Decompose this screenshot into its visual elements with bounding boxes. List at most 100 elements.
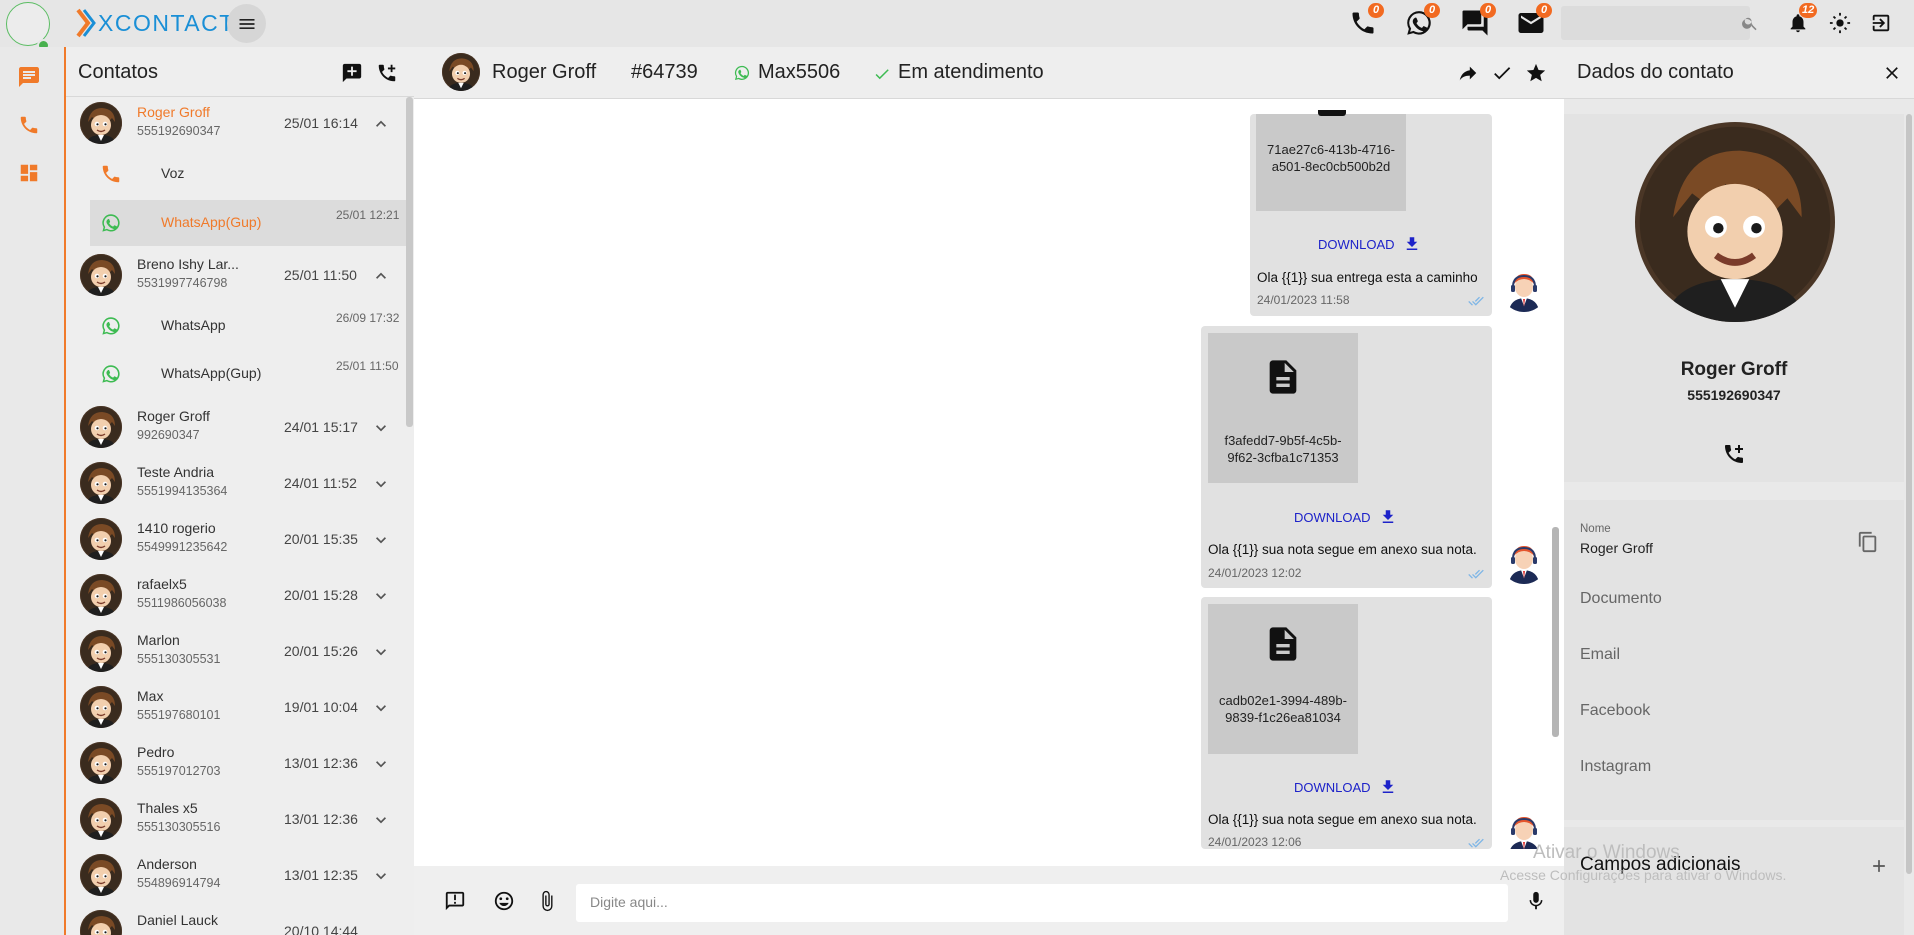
file-name: f3afedd7-9b5f-4c5b-9f62-3cfba1c71353 (1224, 433, 1342, 465)
message-bubble: cadb02e1-3994-489b-9839-f1c26ea81034 DOW… (1201, 597, 1492, 849)
notifications-button[interactable]: 12 (1781, 3, 1818, 40)
sun-icon (1829, 12, 1851, 34)
copy-icon[interactable] (1857, 531, 1879, 553)
chevron-down-icon[interactable] (371, 474, 391, 494)
nav-chat[interactable] (0, 53, 57, 101)
finish-check-icon[interactable] (1491, 62, 1513, 84)
contact-item[interactable]: Teste Andria 5551994135364 24/01 11:52 (66, 458, 406, 508)
star-icon[interactable] (1525, 62, 1547, 84)
contact-item[interactable]: Anderson 554896914794 13/01 12:35 (66, 850, 406, 900)
contact-name: Roger Groff (137, 104, 210, 120)
contact-item[interactable]: Roger Groff 555192690347 25/01 16:14 (66, 98, 406, 148)
double-check-icon (1468, 293, 1484, 309)
hamburger-icon (239, 18, 254, 29)
whatsapp-queue-button[interactable]: 0 (1402, 3, 1440, 40)
contact-avatar (80, 462, 122, 504)
contact-avatar (80, 798, 122, 840)
contact-item[interactable]: Breno Ishy Lar... 5531997746798 25/01 11… (66, 250, 406, 300)
channel-label: WhatsApp(Gup) (161, 365, 262, 381)
field-facebook[interactable]: Facebook (1580, 702, 1650, 720)
chevron-up-icon[interactable] (371, 114, 391, 134)
menu-button[interactable] (227, 4, 266, 43)
chevron-down-icon[interactable] (371, 586, 391, 606)
contact-phone: 555192690347 (137, 124, 221, 138)
contact-item[interactable]: 1410 rogerio 5549991235642 20/01 15:35 (66, 514, 406, 564)
contact-phone: 554896914794 (137, 876, 221, 890)
chevron-down-icon[interactable] (371, 866, 391, 886)
search-icon (1742, 17, 1757, 31)
logout-button[interactable] (1864, 6, 1898, 40)
file-attachment[interactable]: 71ae27c6-413b-4716-a501-8ec0cb500b2d (1256, 110, 1406, 211)
download-link[interactable]: DOWNLOAD (1318, 235, 1421, 253)
contact-phone: 5549991235642 (137, 540, 228, 554)
contact-item[interactable]: rafaelx5 5511986056038 20/01 15:28 (66, 570, 406, 620)
message-composer: Digite aqui... (414, 866, 1564, 935)
channel-item-voz[interactable]: Voz (90, 151, 406, 197)
contact-time: 20/01 15:28 (284, 587, 358, 603)
field-instagram[interactable]: Instagram (1580, 758, 1651, 776)
contact-name: Breno Ishy Lar... (137, 256, 239, 272)
theme-toggle-button[interactable] (1823, 6, 1857, 40)
add-call-icon[interactable] (1722, 442, 1746, 466)
details-title: Dados do contato (1577, 61, 1734, 83)
contact-name: Max (137, 688, 164, 704)
contact-phone: 992690347 (137, 428, 200, 442)
download-label: DOWNLOAD (1294, 509, 1371, 525)
message-bubble: f3afedd7-9b5f-4c5b-9f62-3cfba1c71353 DOW… (1201, 326, 1492, 588)
email-badge: 0 (1536, 3, 1552, 18)
contact-item[interactable]: Daniel Lauck 20/10 14:44 (66, 906, 406, 935)
chevron-down-icon[interactable] (371, 418, 391, 438)
chevron-down-icon[interactable] (371, 754, 391, 774)
contact-time: 24/01 15:17 (284, 419, 358, 435)
nav-calls[interactable] (0, 101, 57, 149)
contacts-header: Contatos (66, 47, 414, 97)
download-link[interactable]: DOWNLOAD (1294, 508, 1397, 526)
nome-value[interactable]: Roger Groff (1580, 540, 1653, 556)
close-icon[interactable] (1882, 63, 1902, 83)
new-chat-icon[interactable] (341, 62, 363, 84)
chat-scrollbar[interactable] (1552, 527, 1559, 737)
contact-item[interactable]: Max 555197680101 19/01 10:04 (66, 682, 406, 732)
chevron-down-icon[interactable] (371, 698, 391, 718)
contact-item[interactable]: Roger Groff 992690347 24/01 15:17 (66, 402, 406, 452)
channel-item-whatsapp-gup[interactable]: WhatsApp(Gup) 25/01 11:50 (90, 351, 406, 397)
quick-reply-icon[interactable] (444, 890, 466, 912)
message-text: Ola {{1}} sua nota segue em anexo sua no… (1208, 542, 1477, 557)
chevron-down-icon[interactable] (371, 810, 391, 830)
chat-bottom-fade (414, 849, 1564, 866)
field-documento[interactable]: Documento (1580, 590, 1662, 608)
emoji-icon[interactable] (493, 890, 515, 912)
chevron-down-icon[interactable] (371, 642, 391, 662)
file-icon (1263, 624, 1303, 664)
chevron-down-icon[interactable] (371, 530, 391, 550)
contact-item[interactable]: Thales x5 555130305516 13/01 12:36 (66, 794, 406, 844)
email-queue-button[interactable]: 0 (1514, 3, 1552, 40)
chat-queue-button[interactable]: 0 (1458, 3, 1496, 40)
message-input[interactable]: Digite aqui... (576, 884, 1508, 922)
details-scrollbar[interactable] (1906, 114, 1912, 874)
file-attachment[interactable]: f3afedd7-9b5f-4c5b-9f62-3cfba1c71353 (1208, 333, 1358, 483)
phone-icon (100, 163, 122, 185)
chevron-up-icon[interactable] (371, 266, 391, 286)
contact-name: Teste Andria (137, 464, 215, 480)
file-attachment[interactable]: cadb02e1-3994-489b-9839-f1c26ea81034 (1208, 604, 1358, 754)
nav-dashboard[interactable] (0, 149, 57, 197)
channel-label: WhatsApp (161, 317, 226, 333)
contact-item[interactable]: Marlon 555130305531 20/01 15:26 (66, 626, 406, 676)
phone-queue-button[interactable]: 0 (1346, 3, 1384, 40)
microphone-icon[interactable] (1525, 890, 1547, 912)
contacts-scrollbar[interactable] (406, 97, 413, 427)
contact-item[interactable]: Pedro 555197012703 13/01 12:36 (66, 738, 406, 788)
channel-item-whatsapp-gup[interactable]: WhatsApp(Gup) 25/01 12:21 (90, 200, 406, 246)
contact-time: 13/01 12:36 (284, 811, 358, 827)
download-link[interactable]: DOWNLOAD (1294, 778, 1397, 796)
forward-icon[interactable] (1457, 62, 1479, 84)
channel-item-whatsapp[interactable]: WhatsApp 26/09 17:32 (90, 303, 406, 349)
plus-icon[interactable] (1869, 856, 1889, 876)
attachment-icon[interactable] (536, 890, 558, 912)
field-email[interactable]: Email (1580, 646, 1620, 664)
add-call-icon[interactable] (376, 62, 398, 84)
chat-contact-avatar (442, 53, 480, 91)
search-input[interactable] (1561, 6, 1757, 40)
contact-time: 25/01 16:14 (284, 115, 358, 131)
